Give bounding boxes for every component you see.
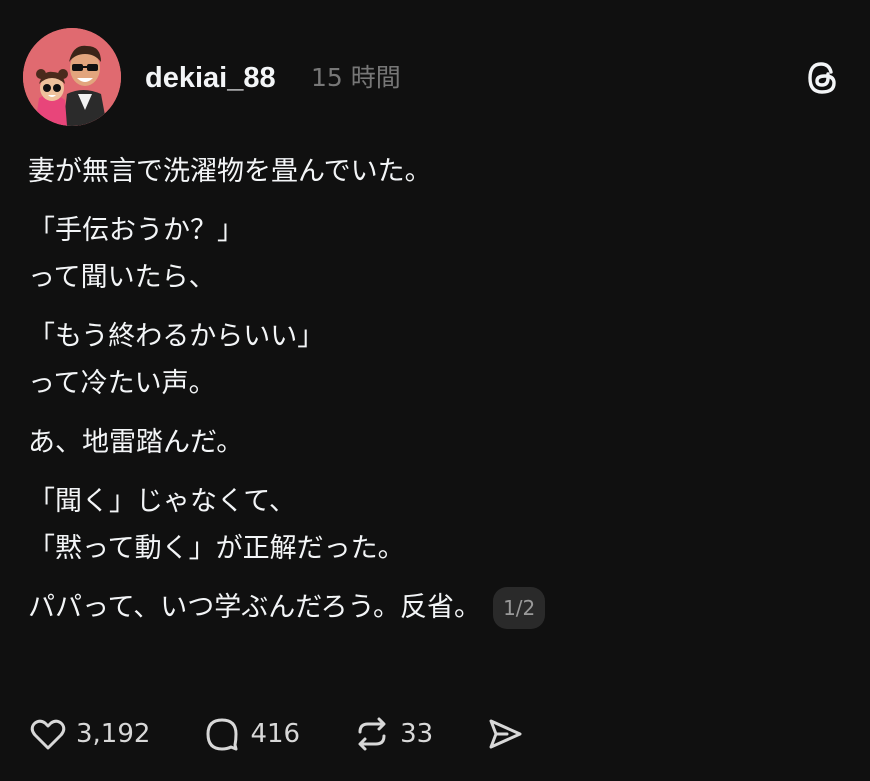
send-icon (489, 719, 522, 749)
like-button[interactable]: 3,192 (28, 712, 150, 756)
repost-count: 33 (400, 719, 434, 749)
avatar-illustration (23, 28, 121, 126)
post-text-line: 妻が無言で洗濯物を畳んでいた。 (28, 156, 432, 187)
repost-icon (358, 717, 386, 751)
post-text-line: って冷たい声。 (28, 368, 216, 399)
post-content: 妻が無言で洗濯物を畳んでいた。 「手伝おうか？」 って聞いたら、 「もう終わるか… (28, 148, 828, 643)
threads-logo-icon[interactable] (802, 58, 842, 98)
page-indicator-badge[interactable]: 1/2 (493, 586, 546, 629)
reply-count: 416 (250, 719, 301, 749)
post-paragraph: 妻が無言で洗濯物を畳んでいた。 (28, 148, 828, 195)
post-text-line: 「手伝おうか？」 (28, 215, 244, 246)
username[interactable]: dekiai_88 (145, 58, 276, 98)
post-text-line: 「聞く」じゃなくて、 (28, 486, 296, 517)
comment-icon (206, 718, 238, 751)
post-text-line: 「もう終わるからいい」 (28, 321, 325, 352)
post-text-line: って聞いたら、 (28, 262, 216, 293)
avatar[interactable] (23, 28, 121, 126)
repost-button[interactable]: 33 (352, 712, 433, 756)
action-bar: 3,192 416 33 (28, 712, 525, 756)
post-paragraph: 「もう終わるからいい」 って冷たい声。 (28, 313, 828, 407)
post-paragraph: あ、地雷踏んだ。 (28, 419, 828, 466)
reply-button[interactable]: 416 (202, 712, 300, 756)
like-count: 3,192 (76, 719, 151, 749)
share-button[interactable] (485, 714, 525, 754)
post-timestamp: 15 時間 (311, 63, 401, 92)
post-paragraph: パパって、いつ学ぶんだろう。反省。 1/2 (28, 584, 828, 631)
post-text-line: あ、地雷踏んだ。 (28, 427, 244, 458)
post-paragraph: 「聞く」じゃなくて、 「黙って動く」が正解だった。 (28, 478, 828, 572)
thread-post: dekiai_88 15 時間 妻が無言で洗濯物を畳んでいた。 「手伝おうか？」… (0, 0, 870, 781)
heart-icon (30, 719, 66, 750)
post-text-line: 「黙って動く」が正解だった。 (28, 533, 405, 564)
post-text-line: パパって、いつ学ぶんだろう。反省。 (28, 592, 482, 623)
post-paragraph: 「手伝おうか？」 って聞いたら、 (28, 207, 828, 301)
